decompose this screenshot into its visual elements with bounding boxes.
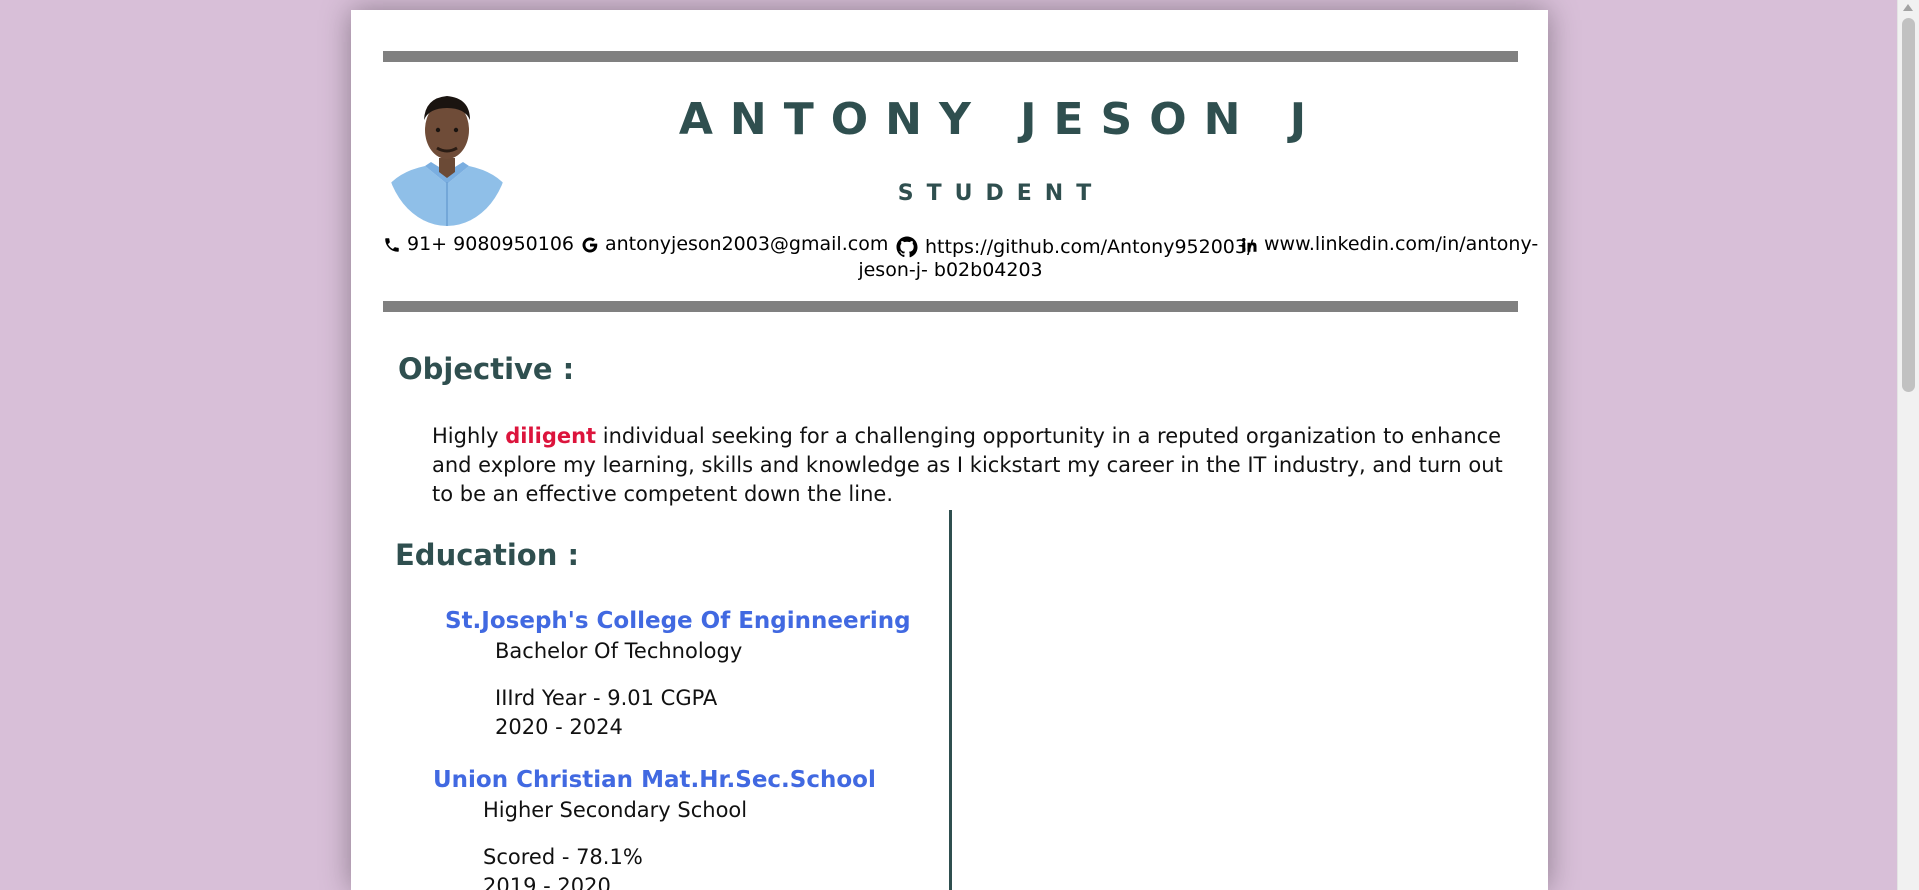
phone-icon <box>383 236 401 254</box>
phone-text: 91+ 9080950106 <box>407 233 575 255</box>
years: 2020 - 2024 <box>495 715 623 739</box>
contact-github[interactable]: https://github.com/Antony952003/ <box>895 235 1253 259</box>
school-name: St.Joseph's College Of Enginneering <box>445 608 911 634</box>
email-text[interactable]: antonyjeson2003@gmail.com <box>605 235 888 254</box>
score: Scored - 78.1% <box>483 845 643 869</box>
objective-heading: Objective : <box>398 352 575 386</box>
github-link[interactable]: https://github.com/Antony952003/ <box>925 237 1253 257</box>
profile-photo <box>385 72 509 226</box>
resume-page: ANTONY JESON J STUDENT 91+ 9080950106 an… <box>351 10 1548 890</box>
role-subtitle: STUDENT <box>897 181 1105 206</box>
years: 2019 - 2020 <box>483 874 611 890</box>
github-icon <box>895 235 919 259</box>
objective-highlight: diligent <box>505 424 597 448</box>
score: IIIrd Year - 9.01 CGPA <box>495 686 718 710</box>
column-divider <box>949 510 952 890</box>
page-title: ANTONY JESON J <box>678 94 1324 145</box>
degree: Higher Secondary School <box>483 798 748 822</box>
objective-text-start: Highly <box>432 424 506 448</box>
scroll-up-arrow-icon[interactable] <box>1903 4 1913 11</box>
avatar <box>385 72 509 226</box>
google-icon <box>581 236 599 254</box>
degree: Bachelor Of Technology <box>495 639 743 663</box>
education-heading: Education : <box>395 538 580 572</box>
linkedin-link-continued[interactable]: jeson-j- b02b04203 <box>383 261 1518 280</box>
objective-text: Highly diligent individual seeking for a… <box>432 422 1522 509</box>
contact-linkedin[interactable]: www.linkedin.com/in/antony- <box>1240 235 1538 254</box>
education-entry: St.Joseph's College Of Enginneering Bach… <box>445 608 911 738</box>
vertical-scrollbar[interactable] <box>1897 0 1919 890</box>
school-name: Union Christian Mat.Hr.Sec.School <box>433 767 876 793</box>
header-bottom-rule <box>383 301 1518 312</box>
header-top-rule <box>383 51 1518 62</box>
linkedin-icon <box>1240 236 1258 254</box>
contact-phone: 91+ 9080950106 <box>383 235 574 254</box>
education-entry: Union Christian Mat.Hr.Sec.School Higher… <box>433 767 876 890</box>
scrollbar-thumb[interactable] <box>1902 18 1915 392</box>
linkedin-link[interactable]: www.linkedin.com/in/antony- <box>1264 235 1538 254</box>
contact-email[interactable]: antonyjeson2003@gmail.com <box>581 235 888 254</box>
